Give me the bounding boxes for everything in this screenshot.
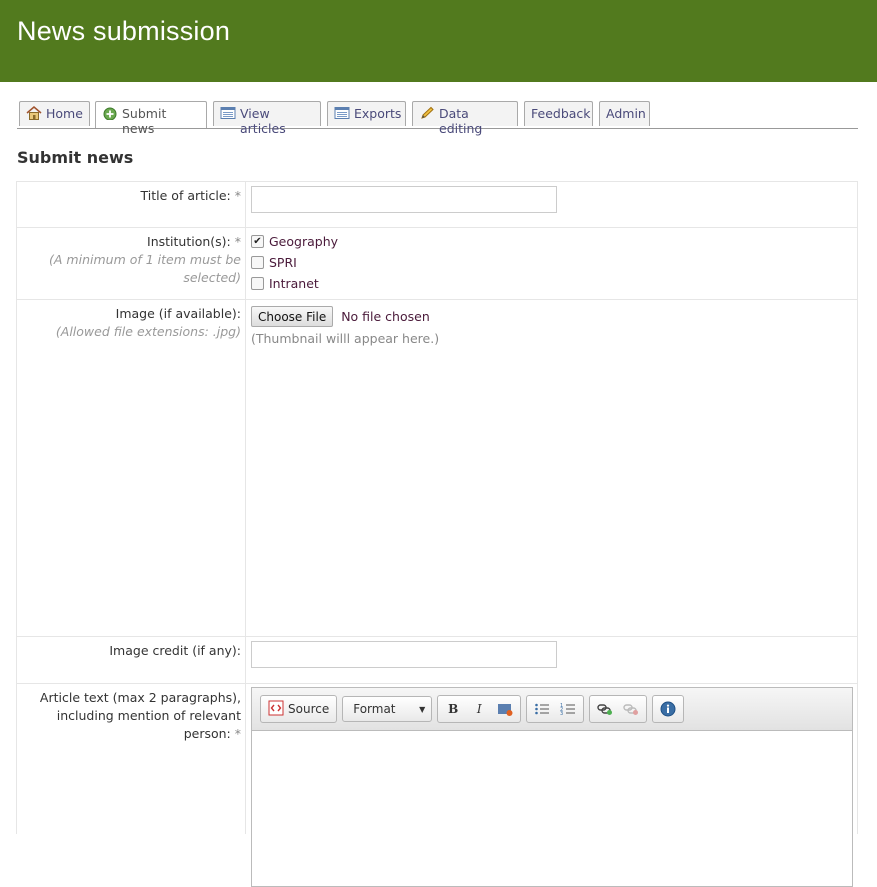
field-label: Image (if available): (Allowed file exte…: [17, 300, 246, 636]
source-button[interactable]: Source: [264, 698, 333, 720]
field-label: Institution(s): * (A minimum of 1 item m…: [17, 228, 246, 299]
pencil-icon: [419, 106, 435, 120]
italic-button[interactable]: I: [467, 698, 491, 720]
editor-content-area[interactable]: [252, 731, 852, 886]
bold-button[interactable]: B: [441, 698, 465, 720]
form-row-institution: Institution(s): * (A minimum of 1 item m…: [16, 228, 858, 300]
thumbnail-placeholder: (Thumbnail willl appear here.): [251, 331, 440, 346]
rich-text-editor: Source Format ▼ B I 1 2 3: [251, 687, 853, 887]
tab-label: Exports: [354, 106, 402, 121]
tab-feedback[interactable]: Feedback: [524, 101, 593, 126]
format-label: Format: [353, 702, 396, 716]
field-container: [251, 182, 857, 213]
unlink-button[interactable]: [619, 698, 643, 720]
source-label: Source: [288, 702, 330, 716]
title-label: Title of article:: [140, 188, 231, 203]
editor-toolbar: Source Format ▼ B I 1 2 3: [252, 688, 852, 731]
article-text-label: Article text (max 2 paragraphs), includi…: [39, 690, 241, 741]
about-button[interactable]: [656, 698, 680, 720]
checkbox-label: Intranet: [269, 276, 319, 291]
file-status: No file chosen: [341, 308, 430, 324]
field-container: Source Format ▼ B I 1 2 3: [251, 684, 857, 887]
app-title: News submission: [17, 16, 231, 46]
field-label: Article text (max 2 paragraphs), includi…: [17, 684, 246, 834]
field-container: Choose File No file chosen (Thumbnail wi…: [251, 300, 857, 346]
choose-file-button[interactable]: Choose File: [251, 306, 334, 327]
tab-view-articles[interactable]: View articles: [213, 101, 321, 136]
checkbox-icon[interactable]: [251, 277, 264, 290]
form-row-title: Title of article: *: [16, 182, 858, 228]
page-title: Submit news: [17, 148, 134, 167]
required-marker: *: [234, 234, 241, 249]
tab-label: View articles: [240, 106, 286, 136]
field-label: Title of article: *: [17, 182, 246, 227]
checkbox-label: Geography: [269, 234, 339, 249]
tab-submit-news[interactable]: Submit news: [95, 101, 207, 136]
toolbar-group-lists: 123: [526, 695, 585, 723]
numbered-list-button[interactable]: 123: [556, 698, 580, 720]
toolbar-group-basic: B I: [437, 695, 522, 723]
submit-news-form: Title of article: * Institution(s): * (A…: [16, 181, 858, 887]
form-row-image-credit: Image credit (if any):: [16, 637, 858, 684]
institution-hint: (A minimum of 1 item must be selected): [49, 252, 241, 285]
svg-text:3: 3: [560, 711, 563, 716]
bulleted-list-button[interactable]: [530, 698, 554, 720]
checkbox-icon[interactable]: [251, 256, 264, 269]
add-icon: [102, 106, 118, 121]
required-marker: *: [234, 726, 241, 741]
list-icon: [334, 106, 350, 120]
tab-label: Submit news: [122, 106, 167, 136]
field-label: Image credit (if any):: [17, 637, 246, 683]
tab-admin[interactable]: Admin: [599, 101, 650, 126]
tab-data-editing[interactable]: Data editing: [412, 101, 518, 136]
tab-label: Home: [46, 106, 83, 121]
remove-format-button[interactable]: [493, 698, 517, 720]
tab-home[interactable]: Home: [19, 101, 90, 126]
link-icon: [597, 704, 613, 715]
checkbox-checked-icon[interactable]: ✔: [251, 235, 264, 248]
tab-label: Feedback: [531, 106, 591, 121]
field-container: ✔ Geography SPRI Intranet: [251, 228, 857, 294]
form-row-article-text: Article text (max 2 paragraphs), includi…: [16, 684, 858, 887]
image-label: Image (if available):: [115, 306, 241, 321]
checkbox-label: SPRI: [269, 255, 297, 270]
tab-label: Data editing: [439, 106, 483, 136]
link-button[interactable]: [593, 698, 617, 720]
home-icon: [26, 106, 42, 120]
field-container: [251, 637, 857, 668]
institution-label: Institution(s):: [147, 234, 231, 249]
form-row-image: Image (if available): (Allowed file exte…: [16, 300, 858, 637]
checkbox-spri[interactable]: SPRI: [251, 252, 857, 273]
tab-exports[interactable]: Exports: [327, 101, 406, 126]
toolbar-group-source: Source: [260, 695, 338, 723]
remove-format-icon: [498, 704, 513, 716]
image-credit-label: Image credit (if any):: [109, 643, 241, 658]
info-icon: [660, 701, 676, 717]
page-header: News submission: [0, 0, 877, 82]
image-hint: (Allowed file extensions: .jpg): [55, 324, 241, 339]
toolbar-group-about: [652, 695, 685, 723]
tab-label: Admin: [606, 106, 646, 121]
article-title-input[interactable]: [251, 186, 557, 213]
numbered-list-icon: 123: [560, 703, 576, 716]
checkbox-geography[interactable]: ✔ Geography: [251, 231, 857, 252]
list-icon: [220, 106, 236, 120]
unlink-icon: [623, 704, 639, 715]
tab-bar: Home Submit news View articles Exports D…: [17, 101, 858, 136]
dropdown-arrow-icon: ▼: [419, 704, 426, 714]
source-icon: [268, 700, 284, 719]
checkbox-intranet[interactable]: Intranet: [251, 273, 857, 294]
format-dropdown[interactable]: Format ▼: [342, 696, 433, 722]
bulleted-list-icon: [535, 703, 550, 715]
required-marker: *: [234, 188, 241, 203]
image-credit-input[interactable]: [251, 641, 557, 668]
toolbar-group-links: [589, 695, 648, 723]
